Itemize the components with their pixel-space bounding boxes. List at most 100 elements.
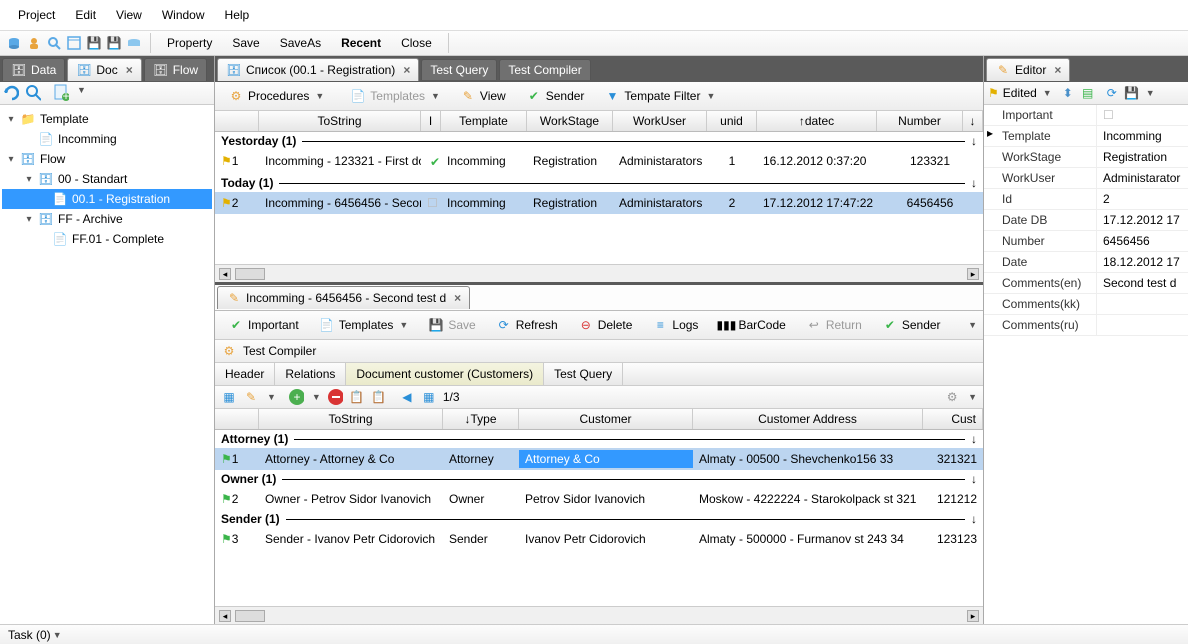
group-sender[interactable]: Sender (1)↓ — [215, 510, 983, 528]
prop-datedb[interactable]: Date DB17.12.2012 17 — [984, 210, 1188, 231]
col-custn[interactable]: Cust — [923, 409, 983, 429]
hscroll[interactable]: ◂▸ — [215, 606, 983, 624]
table-row[interactable]: ⚑1 Incomming - 123321 - First do ✔ Incom… — [215, 150, 983, 174]
search-icon[interactable] — [46, 35, 62, 51]
search-tree-icon[interactable] — [25, 85, 41, 101]
tab-doc[interactable]: 🗄Doc× — [67, 58, 141, 81]
col-type[interactable]: ↓Type — [443, 409, 519, 429]
tree-node-registration[interactable]: 📄00.1 - Registration — [2, 189, 212, 209]
prev-icon[interactable]: ◀ — [399, 389, 415, 405]
templates-button[interactable]: 📄Templates▼ — [312, 314, 416, 336]
drive-icon[interactable] — [126, 35, 142, 51]
tab-relations[interactable]: Relations — [275, 363, 346, 385]
col-workstage[interactable]: WorkStage — [527, 111, 613, 131]
tab-test-query[interactable]: Test Query — [544, 363, 623, 385]
tab-flow[interactable]: 🗄Flow — [144, 58, 207, 81]
saveas-button[interactable]: SaveAs — [272, 33, 329, 53]
group-yesterday[interactable]: Yestorday (1)↓ — [215, 132, 983, 150]
edit-icon[interactable]: ✎ — [243, 389, 259, 405]
remove-icon[interactable] — [327, 389, 343, 405]
barcode-button[interactable]: ▮▮▮BarCode — [711, 314, 792, 336]
gear-icon[interactable]: ⚙ — [944, 389, 960, 405]
close-icon[interactable]: × — [454, 291, 461, 305]
copy-icon[interactable]: 📋 — [349, 389, 365, 405]
tab-header[interactable]: Header — [215, 363, 275, 385]
group-attorney[interactable]: Attorney (1)↓ — [215, 430, 983, 448]
user-icon[interactable] — [26, 35, 42, 51]
col-workuser[interactable]: WorkUser — [613, 111, 707, 131]
table-row[interactable]: ⚑2 Incomming - 6456456 - Secon ☐ Incommi… — [215, 192, 983, 214]
close-button[interactable]: Close — [393, 33, 440, 53]
tab-detail[interactable]: ✎Incomming - 6456456 - Second test d× — [217, 286, 470, 309]
menu-edit[interactable]: Edit — [65, 4, 106, 26]
save-icon[interactable]: 💾 — [1124, 85, 1140, 101]
view-button[interactable]: ✎View — [453, 85, 513, 107]
window-icon[interactable] — [66, 35, 82, 51]
tree-node-archive[interactable]: ▾🗄FF - Archive — [2, 209, 212, 229]
prop-workstage[interactable]: WorkStageRegistration — [984, 147, 1188, 168]
col-datec[interactable]: ↑datec — [757, 111, 877, 131]
menu-view[interactable]: View — [106, 4, 152, 26]
logs-button[interactable]: ≡Logs — [645, 314, 705, 336]
tree-node-complete[interactable]: 📄FF.01 - Complete — [2, 229, 212, 249]
return-button[interactable]: ↩Return — [799, 314, 869, 336]
col-tostring[interactable]: ToString — [259, 111, 421, 131]
close-icon[interactable]: × — [403, 63, 410, 77]
sender-button[interactable]: ✔Sender — [519, 85, 592, 107]
edited-label[interactable]: Edited — [1003, 86, 1037, 100]
paste-icon[interactable]: 📋 — [371, 389, 387, 405]
disk-icon[interactable]: 💾 — [86, 35, 102, 51]
col-i[interactable]: I — [421, 111, 441, 131]
table-row[interactable]: ⚑1 Attorney - Attorney & Co Attorney Att… — [215, 448, 983, 470]
filter-button[interactable]: ▼Tempate Filter▼ — [597, 85, 722, 107]
tree-node-flow[interactable]: ▾🗄Flow — [2, 149, 212, 169]
menu-project[interactable]: Project — [8, 4, 65, 26]
property-button[interactable]: Property — [159, 33, 220, 53]
add-icon[interactable]: + — [288, 389, 304, 405]
col-template[interactable]: Template — [441, 111, 527, 131]
tree-node-standart[interactable]: ▾🗄00 - Standart — [2, 169, 212, 189]
tab-data[interactable]: 🗄Data — [2, 58, 65, 81]
disks-icon[interactable]: 💾 — [106, 35, 122, 51]
prop-date[interactable]: Date18.12.2012 17 — [984, 252, 1188, 273]
tab-test-compiler[interactable]: Test Compiler — [499, 59, 590, 80]
close-icon[interactable]: × — [1054, 63, 1061, 77]
close-icon[interactable]: × — [126, 63, 133, 77]
flag-icon[interactable]: ⚑ — [988, 86, 999, 100]
align-icon[interactable]: ▤ — [1080, 85, 1096, 101]
prop-important[interactable]: Important☐ — [984, 105, 1188, 126]
important-button[interactable]: ✔Important — [221, 314, 306, 336]
templates-button[interactable]: 📄Templates▼ — [343, 85, 447, 107]
sort-icon[interactable]: ⬍ — [1060, 85, 1076, 101]
tab-test-query[interactable]: Test Query — [421, 59, 497, 80]
sender-button[interactable]: ✔Sender — [875, 314, 948, 336]
refresh-icon[interactable]: ⟳ — [1104, 85, 1120, 101]
menu-help[interactable]: Help — [215, 4, 260, 26]
prop-id[interactable]: Id2 — [984, 189, 1188, 210]
col-unid[interactable]: unid — [707, 111, 757, 131]
prop-comments-ru[interactable]: Comments(ru) — [984, 315, 1188, 336]
col-customer[interactable]: Customer — [519, 409, 693, 429]
delete-button[interactable]: ⊖Delete — [571, 314, 640, 336]
menu-window[interactable]: Window — [152, 4, 215, 26]
col-number[interactable]: Number — [877, 111, 963, 131]
table-row[interactable]: ⚑3 Sender - Ivanov Petr Cidorovich Sende… — [215, 528, 983, 550]
prop-comments-kk[interactable]: Comments(kk) — [984, 294, 1188, 315]
tree-node-incomming[interactable]: 📄Incomming — [2, 129, 212, 149]
tab-editor[interactable]: ✎Editor× — [986, 58, 1070, 81]
prop-template[interactable]: ▸TemplateIncomming — [984, 126, 1188, 147]
group-today[interactable]: Today (1)↓ — [215, 174, 983, 192]
save-button[interactable]: 💾Save — [421, 314, 482, 336]
table-row[interactable]: ⚑2 Owner - Petrov Sidor Ivanovich Owner … — [215, 488, 983, 510]
tree-node-template[interactable]: ▾📁Template — [2, 109, 212, 129]
refresh-icon[interactable] — [3, 85, 19, 101]
grid-icon[interactable]: ▦ — [221, 389, 237, 405]
refresh-button[interactable]: ⟳Refresh — [489, 314, 565, 336]
list-icon[interactable]: ▦ — [421, 389, 437, 405]
tab-doc-customer[interactable]: Document customer (Customers) — [346, 363, 544, 385]
prop-workuser[interactable]: WorkUserAdministarator — [984, 168, 1188, 189]
db-icon[interactable] — [6, 35, 22, 51]
hscroll[interactable]: ◂▸ — [215, 264, 983, 282]
add-doc-icon[interactable]: + — [53, 85, 69, 101]
prop-number[interactable]: Number6456456 — [984, 231, 1188, 252]
